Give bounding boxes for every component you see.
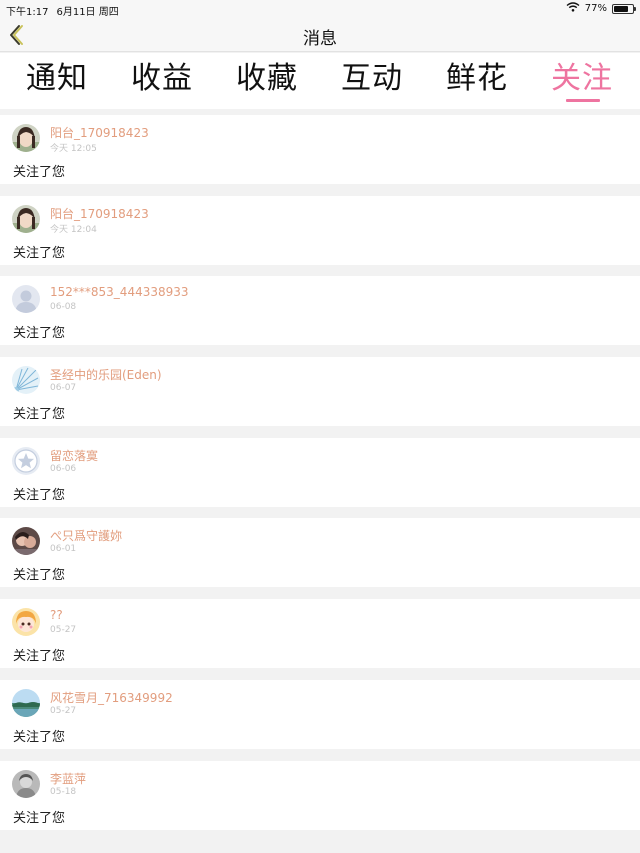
avatar[interactable] (12, 124, 40, 152)
message-text: 关注了您 (13, 165, 66, 180)
avatar[interactable] (12, 285, 40, 314)
tab-bar: 通知 收益 收藏 互动 鲜花 关注 (0, 53, 640, 109)
tab-flowers[interactable]: 鲜花 (427, 59, 527, 99)
follow-list-item[interactable]: 圣经中的乐园(Eden) 06-07 关注了您 (0, 357, 640, 427)
avatar[interactable] (12, 446, 40, 475)
timestamp: 06-06 (50, 463, 77, 474)
message-text: 关注了您 (13, 487, 66, 503)
follow-list-item[interactable]: 阳台_170918423 今天 12:04 关注了您 (0, 195, 640, 265)
timestamp: 06-07 (50, 383, 77, 394)
avatar[interactable] (12, 769, 40, 798)
follow-list-item[interactable]: 152***853_444338933 06-08 关注了您 (0, 276, 640, 346)
wifi-icon (566, 2, 580, 15)
username[interactable]: 152***853_444338933 (50, 285, 189, 299)
battery-percent: 77% (584, 3, 607, 14)
username[interactable]: 阳台_170918423 (50, 205, 149, 222)
follow-list-item[interactable]: 风花雪月_716349992 05-27 关注了您 (0, 679, 640, 749)
username[interactable]: ?? (50, 608, 63, 622)
follow-list: 阳台_170918423 今天 12:05 关注了您 阳台_170918423 今天 1… (0, 115, 640, 841)
message-text: 关注了您 (13, 568, 66, 584)
timestamp: 05-18 (50, 786, 77, 797)
timestamp: 今天 12:04 (50, 224, 97, 235)
navigation-bar: 消息 (0, 17, 640, 52)
status-left: 下午1:17 6月11日 周四 (6, 3, 127, 18)
tab-notifications[interactable]: 通知 (7, 59, 107, 99)
message-text: 关注了您 (13, 245, 66, 261)
follow-list-item[interactable]: ぺ只爲守護妳 06-01 关注了您 (0, 518, 640, 588)
follow-list-item[interactable]: 阳台_170918423 今天 12:05 关注了您 (0, 115, 640, 184)
avatar[interactable] (12, 366, 40, 395)
username[interactable]: 李蓝萍 (50, 770, 86, 787)
status-bar: 下午1:17 6月11日 周四 77% (0, 0, 640, 18)
timestamp: 06-08 (50, 302, 77, 313)
message-text: 关注了您 (13, 810, 66, 826)
tab-interactions[interactable]: 互动 (322, 59, 422, 99)
username[interactable]: 风花雪月_716349992 (50, 689, 173, 706)
page-title: 消息 (303, 29, 337, 49)
follow-list-item[interactable]: ?? 05-27 关注了您 (0, 599, 640, 669)
avatar[interactable] (12, 608, 40, 637)
timestamp: 05-27 (50, 625, 77, 636)
timestamp: 今天 12:05 (50, 144, 97, 154)
username[interactable]: 阳台_170918423 (50, 124, 149, 141)
battery-icon (612, 3, 636, 14)
battery-level (614, 5, 628, 12)
follow-list-item[interactable]: 李蓝萍 05-18 关注了您 (0, 760, 640, 830)
username[interactable]: 留恋落寞 (50, 447, 98, 464)
tab-favorites[interactable]: 收藏 (217, 59, 317, 99)
username[interactable]: ぺ只爲守護妳 (50, 527, 122, 544)
avatar[interactable] (12, 688, 40, 717)
message-text: 关注了您 (13, 729, 66, 745)
status-right: 77% (566, 2, 636, 15)
timestamp: 06-01 (50, 544, 77, 555)
message-text: 关注了您 (13, 326, 66, 342)
tab-follows[interactable]: 关注 (532, 59, 632, 99)
tab-earnings[interactable]: 收益 (112, 59, 212, 99)
username[interactable]: 圣经中的乐园(Eden) (50, 366, 162, 383)
message-text: 关注了您 (13, 407, 66, 423)
avatar[interactable] (12, 527, 40, 556)
message-text: 关注了您 (13, 649, 66, 665)
follow-list-item[interactable]: 留恋落寞 06-06 关注了您 (0, 437, 640, 507)
active-tab-indicator (566, 99, 600, 102)
avatar[interactable] (12, 204, 40, 233)
timestamp: 05-27 (50, 705, 77, 716)
